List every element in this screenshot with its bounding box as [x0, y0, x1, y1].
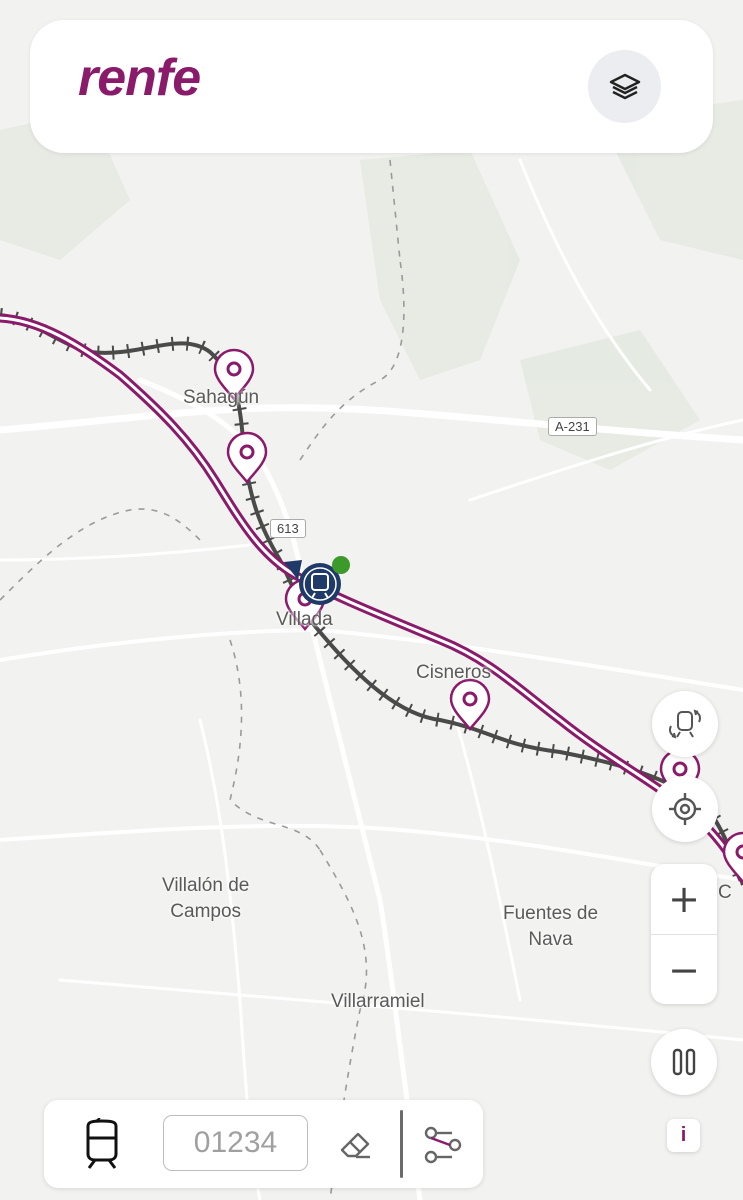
rotate-3d-train-icon	[669, 709, 701, 739]
layers-icon	[609, 73, 640, 99]
place-label-edge: C	[718, 882, 732, 903]
zoom-controls: + −	[651, 864, 717, 1004]
road-shield-a231: A-231	[548, 417, 597, 436]
clear-button[interactable]	[336, 1124, 376, 1164]
road-shield-613: 613	[270, 519, 306, 538]
search-toolbar	[44, 1100, 483, 1188]
eraser-icon	[340, 1132, 370, 1159]
info-button[interactable]: i	[667, 1119, 700, 1152]
map-basemap	[0, 100, 743, 1200]
admin-boundaries	[0, 159, 405, 1200]
locate-icon	[669, 793, 701, 825]
place-label-fuentes: Fuentes de Nava	[503, 903, 599, 950]
place-label-villalon: Villalón de Campos	[162, 875, 250, 922]
place-label-cisneros: Cisneros	[416, 662, 491, 683]
station-marker[interactable]	[722, 831, 743, 885]
pause-button[interactable]	[651, 1029, 717, 1095]
live-status-dot	[332, 556, 350, 574]
train-icon	[86, 1117, 118, 1169]
zoom-out-button[interactable]: −	[651, 935, 717, 1004]
rotate-view-button[interactable]	[652, 691, 718, 757]
place-label-sahagun: Sahagún	[183, 387, 260, 408]
toolbar-divider	[400, 1110, 403, 1178]
brand-logo: renfe	[78, 49, 201, 107]
roads	[0, 158, 743, 1200]
zoom-in-button[interactable]: +	[651, 864, 717, 935]
app-header: renfe	[30, 20, 713, 153]
train-number-input[interactable]	[163, 1115, 308, 1171]
layers-button[interactable]	[588, 50, 661, 123]
place-label-villada: Villada	[276, 609, 333, 630]
vegetation-areas	[0, 100, 743, 470]
locate-me-button[interactable]	[652, 776, 718, 842]
train-mode-button[interactable]	[78, 1117, 126, 1170]
station-marker[interactable]	[226, 431, 268, 485]
map-canvas[interactable]: Sahagún Villada Cisneros Villalón de Cam…	[0, 0, 743, 1200]
route-filter-button[interactable]	[422, 1124, 464, 1166]
route-icon	[424, 1126, 462, 1164]
pause-icon	[672, 1048, 696, 1076]
place-label-villarramiel: Villarramiel	[331, 991, 425, 1012]
